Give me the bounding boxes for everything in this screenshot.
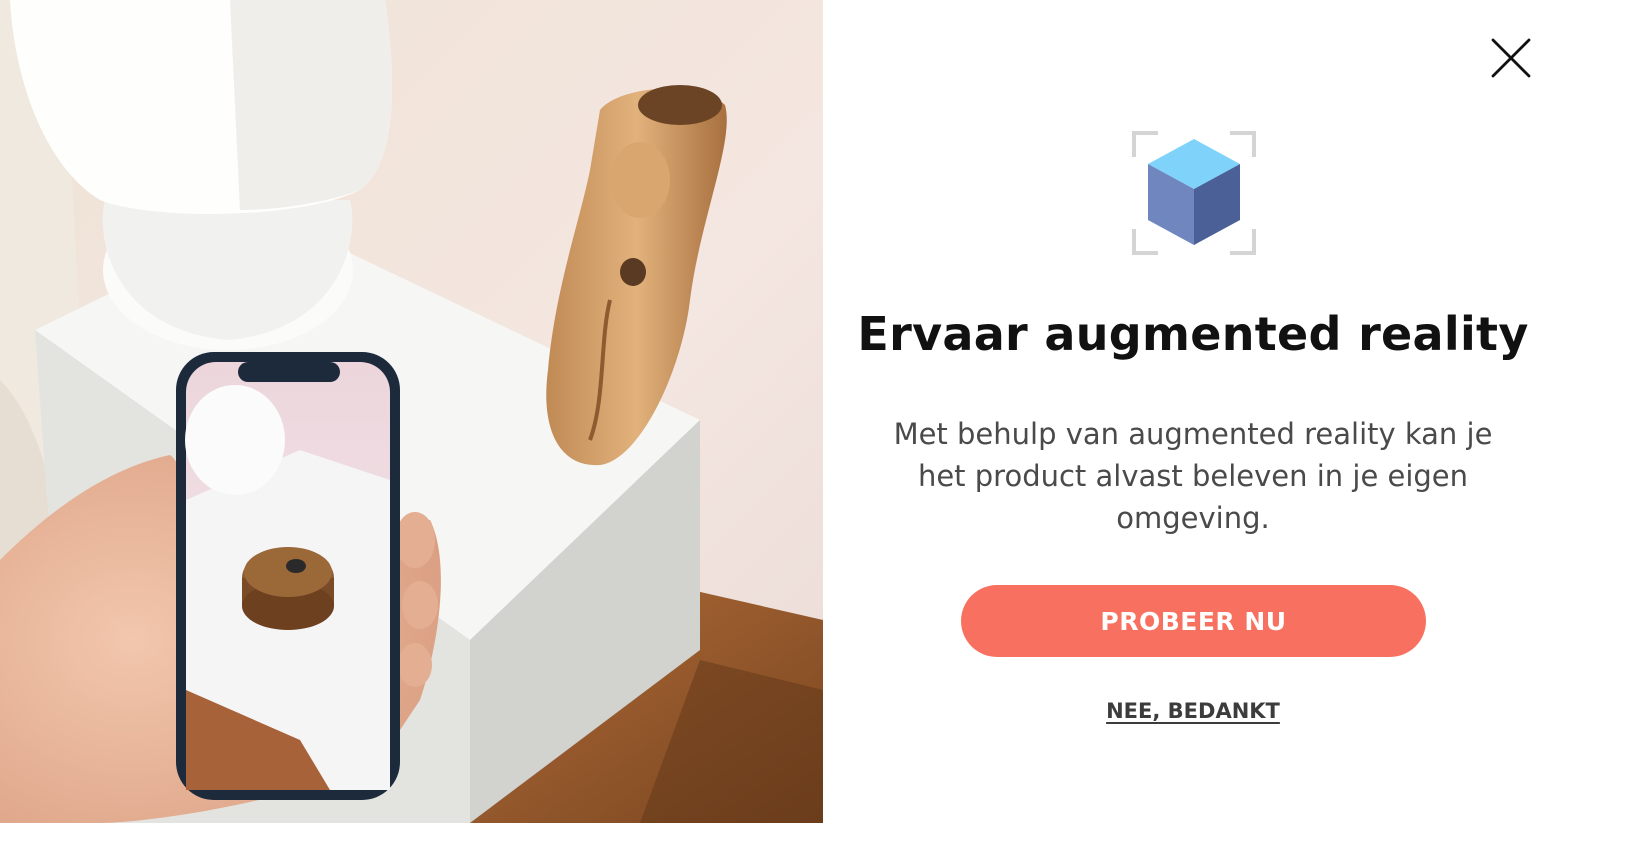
modal-content: Ervaar augmented reality Met behulp van … xyxy=(823,0,1638,860)
modal-description: Met behulp van augmented reality kan je … xyxy=(893,417,1493,535)
close-icon xyxy=(1491,38,1531,78)
hero-image xyxy=(0,0,823,823)
decline-container: NEE, BEDANKT xyxy=(823,699,1563,723)
ar-cube-icon xyxy=(1132,131,1256,255)
try-now-button[interactable]: PROBEER NU xyxy=(961,585,1426,657)
ar-modal: Ervaar augmented reality Met behulp van … xyxy=(0,0,1638,860)
no-thanks-link[interactable]: NEE, BEDANKT xyxy=(1106,699,1280,723)
ar-phone-photo xyxy=(0,0,823,823)
close-button[interactable] xyxy=(1491,38,1531,78)
modal-title: Ervaar augmented reality xyxy=(857,307,1529,361)
